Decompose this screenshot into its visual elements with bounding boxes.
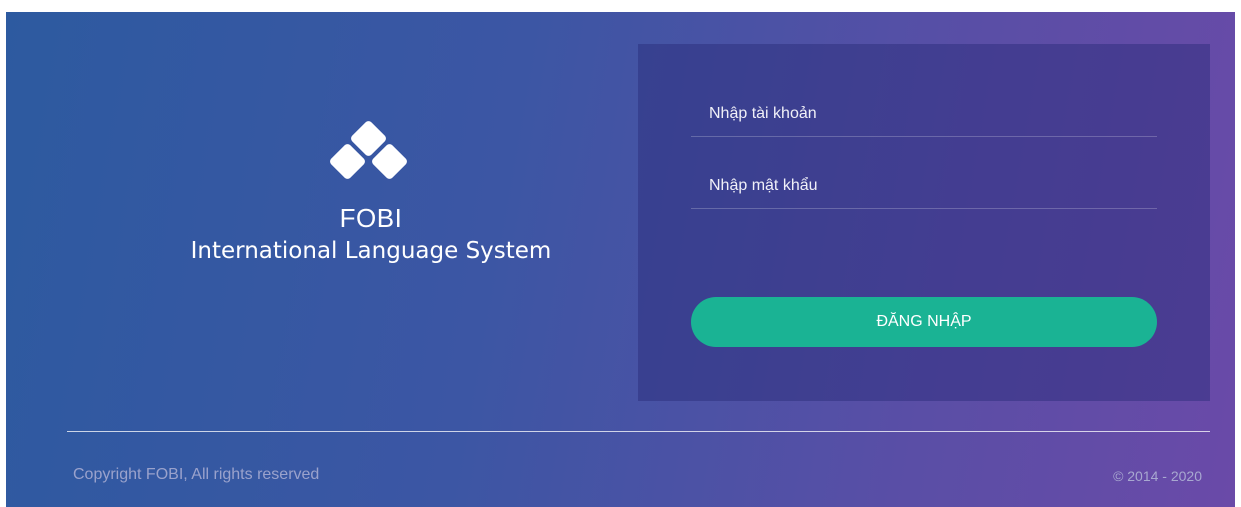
brand-tagline: International Language System (190, 238, 552, 264)
username-input[interactable] (691, 96, 1157, 132)
login-panel: ĐĂNG NHẬP (638, 44, 1210, 401)
login-button[interactable]: ĐĂNG NHẬP (691, 297, 1157, 347)
brand-name: FOBI (339, 203, 403, 233)
copyright-years: © 2014 - 2020 (1113, 468, 1202, 484)
brand-block: FOBI International Language System (146, 117, 596, 264)
username-field-wrapper (691, 96, 1157, 137)
fobi-logo-icon (326, 117, 416, 197)
footer-divider (67, 431, 1210, 432)
password-field-wrapper (691, 168, 1157, 209)
password-input[interactable] (691, 168, 1157, 204)
copyright-text: Copyright FOBI, All rights reserved (73, 466, 320, 483)
login-page: FOBI International Language System ĐĂNG … (6, 12, 1235, 507)
